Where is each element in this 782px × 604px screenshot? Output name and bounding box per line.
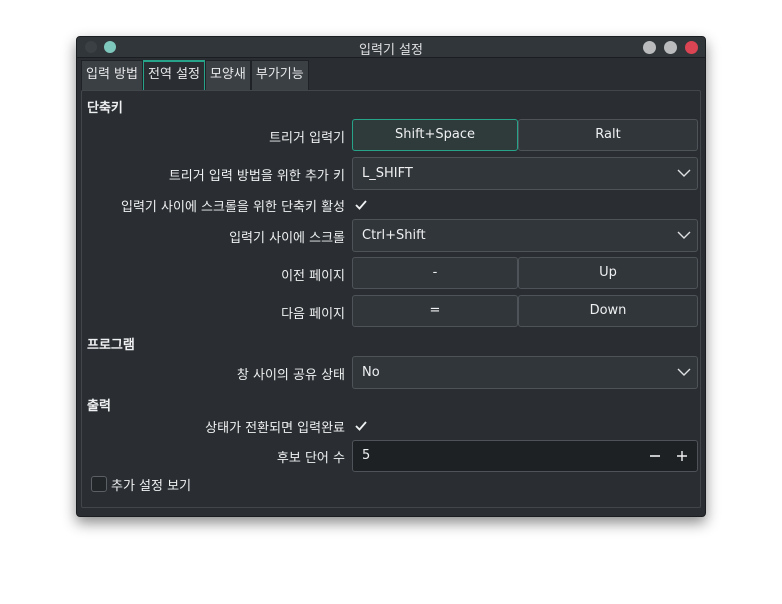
advanced-settings-checkbox[interactable] (91, 476, 107, 492)
close-button[interactable] (685, 41, 698, 54)
settings-window: 입력기 설정 입력 방법 전역 설정 모양새 부가기능 단축키 트리거 입력기 … (76, 36, 706, 517)
titlebar-right-controls (643, 41, 698, 54)
commit-on-switch-checkmark-icon[interactable] (354, 419, 368, 433)
maximize-button[interactable] (664, 41, 677, 54)
section-output: 출력 (87, 399, 111, 414)
tab-addons[interactable]: 부가기능 (250, 60, 309, 90)
settings-panel: 단축키 트리거 입력기 Shift+Space Ralt 트리거 입력 방법을 … (81, 90, 701, 508)
candidate-count-spinbox[interactable]: 5 (352, 440, 698, 472)
trigger-key-button-2[interactable]: Ralt (518, 119, 698, 151)
trigger-key-button-1[interactable]: Shift+Space (352, 119, 518, 151)
extra-trigger-label: 트리거 입력 방법을 위한 추가 키 (168, 169, 345, 184)
chevron-down-icon (677, 231, 691, 239)
next-page-label: 다음 페이지 (281, 307, 345, 322)
enable-scroll-checkmark-icon[interactable] (354, 198, 368, 212)
window-title: 입력기 설정 (359, 43, 423, 58)
extra-trigger-value: L_SHIFT (362, 166, 413, 181)
tab-input-method[interactable]: 입력 방법 (81, 60, 143, 90)
section-shortcuts: 단축키 (87, 101, 123, 116)
scroll-value: Ctrl+Shift (362, 228, 426, 243)
candidate-count-value: 5 (362, 448, 371, 463)
prev-page-key-button-2[interactable]: Up (518, 257, 698, 289)
tab-appearance[interactable]: 모양새 (204, 60, 251, 90)
chevron-down-icon (677, 368, 691, 376)
next-page-key-button-1[interactable]: = (352, 295, 518, 327)
titlebar: 입력기 설정 (77, 37, 705, 58)
trigger-label: 트리거 입력기 (269, 131, 345, 146)
extra-trigger-select[interactable]: L_SHIFT (352, 157, 698, 190)
commit-on-switch-label: 상태가 전환되면 입력완료 (205, 421, 345, 436)
tab-global-settings[interactable]: 전역 설정 (142, 60, 205, 90)
minus-icon[interactable] (646, 447, 664, 465)
advanced-settings-label: 추가 설정 보기 (111, 479, 192, 494)
enable-scroll-label: 입력기 사이에 스크롤을 위한 단축키 활성 (121, 200, 345, 215)
tab-bar: 입력 방법 전역 설정 모양새 부가기능 (81, 60, 309, 90)
share-state-label: 창 사이의 공유 상태 (236, 368, 345, 383)
share-state-select[interactable]: No (352, 356, 698, 389)
candidate-count-label: 후보 단어 수 (276, 451, 345, 466)
section-program: 프로그램 (87, 338, 135, 353)
prev-page-label: 이전 페이지 (281, 269, 345, 284)
prev-page-key-button-1[interactable]: - (352, 257, 518, 289)
scroll-select[interactable]: Ctrl+Shift (352, 219, 698, 252)
plus-icon[interactable] (673, 447, 691, 465)
minimize-button[interactable] (643, 41, 656, 54)
scroll-label: 입력기 사이에 스크롤 (229, 231, 345, 246)
next-page-key-button-2[interactable]: Down (518, 295, 698, 327)
chevron-down-icon (677, 169, 691, 177)
share-state-value: No (362, 365, 380, 380)
